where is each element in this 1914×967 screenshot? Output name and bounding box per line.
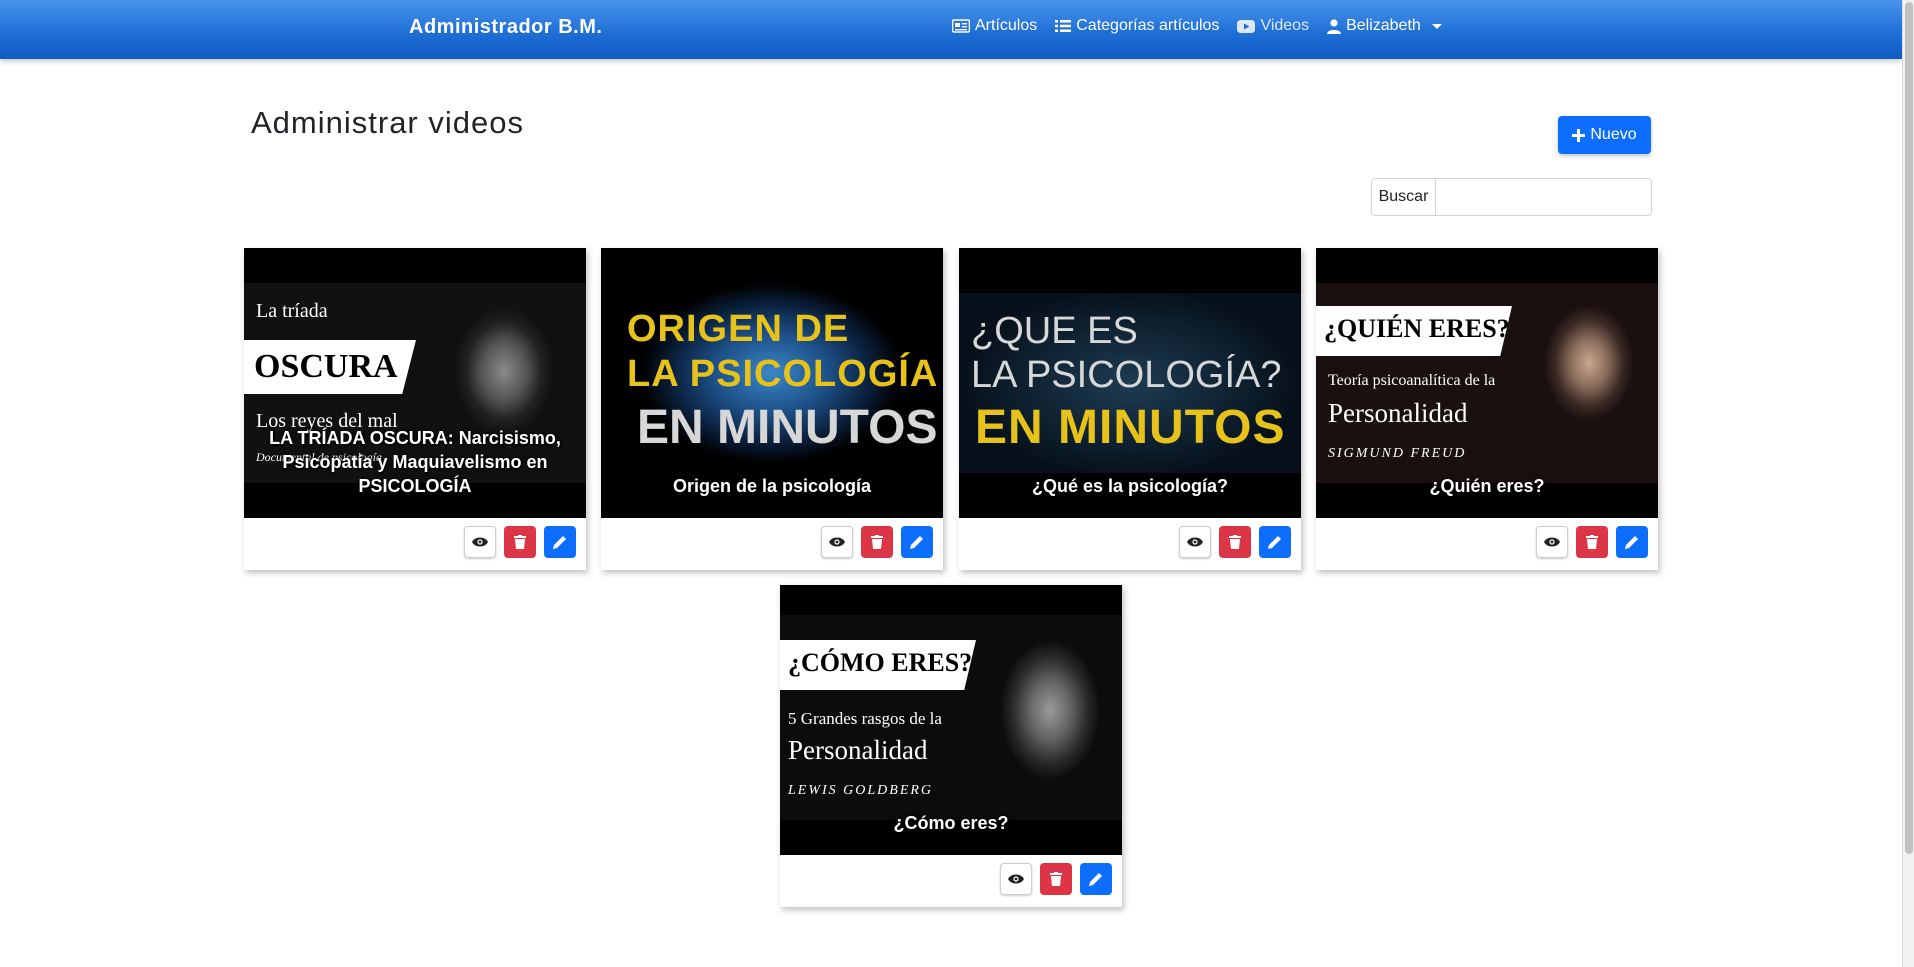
view-button[interactable] — [1000, 863, 1032, 895]
card-actions — [821, 526, 933, 558]
video-title: ¿Cómo eres? — [893, 813, 1009, 833]
edit-button[interactable] — [1080, 863, 1112, 895]
vertical-scrollbar[interactable] — [1902, 0, 1914, 967]
video-title: LA TRÍADA OSCURA: Narcisismo, Psicopatía… — [269, 428, 561, 496]
video-card: ¿QUIÉN ERES? Teoría psicoanalítica de la… — [1316, 248, 1658, 570]
search-label: Buscar — [1372, 179, 1436, 215]
delete-button[interactable] — [1576, 526, 1608, 558]
eye-icon — [472, 537, 488, 547]
delete-button[interactable] — [504, 526, 536, 558]
video-thumbnail[interactable]: ¿QUIÉN ERES? Teoría psicoanalítica de la… — [1316, 248, 1658, 518]
eye-icon — [829, 537, 845, 547]
trash-icon — [1586, 535, 1598, 549]
video-thumbnail[interactable]: La tríada OSCURA Los reyes del mal Docum… — [244, 248, 586, 518]
newspaper-icon — [952, 19, 970, 33]
user-icon — [1327, 18, 1342, 34]
nav-item-user-dropdown[interactable]: Belizabeth — [1327, 17, 1442, 35]
pencil-icon — [1268, 536, 1281, 549]
view-button[interactable] — [821, 526, 853, 558]
card-actions — [1536, 526, 1648, 558]
list-icon — [1055, 20, 1072, 32]
eye-icon — [1187, 537, 1203, 547]
card-actions — [464, 526, 576, 558]
video-title: ¿Qué es la psicología? — [1031, 476, 1229, 496]
view-button[interactable] — [1536, 526, 1568, 558]
search-input[interactable] — [1436, 179, 1651, 215]
video-thumbnail[interactable]: ¿CÓMO ERES? 5 Grandes rasgos de la Perso… — [780, 585, 1122, 855]
pencil-icon — [1625, 536, 1638, 549]
video-thumbnail[interactable]: ORIGEN DE LA PSICOLOGÍA EN MINUTOS Orige… — [601, 248, 943, 518]
video-title: Origen de la psicología — [672, 476, 872, 496]
nav-menu: Artículos Categorías artículos Videos Be… — [952, 17, 1442, 35]
card-actions — [1000, 863, 1112, 895]
view-button[interactable] — [464, 526, 496, 558]
portrait-image — [980, 615, 1122, 820]
video-card: ORIGEN DE LA PSICOLOGÍA EN MINUTOS Orige… — [601, 248, 943, 570]
edit-button[interactable] — [1616, 526, 1648, 558]
nav-item-articulos[interactable]: Artículos — [952, 17, 1037, 35]
nav-item-videos[interactable]: Videos — [1237, 17, 1309, 35]
edit-button[interactable] — [544, 526, 576, 558]
video-card: ¿CÓMO ERES? 5 Grandes rasgos de la Perso… — [780, 585, 1122, 907]
eye-icon — [1008, 874, 1024, 884]
pencil-icon — [1089, 873, 1102, 886]
delete-button[interactable] — [861, 526, 893, 558]
nav-item-label: Artículos — [975, 17, 1038, 34]
navbar: Administrador B.M. Artículos Categorías … — [0, 0, 1902, 59]
video-thumbnail[interactable]: ¿QUE ES LA PSICOLOGÍA? EN MINUTOS ¿Qué e… — [959, 248, 1301, 518]
trash-icon — [1050, 872, 1062, 886]
nav-item-label: Videos — [1260, 17, 1310, 34]
edit-button[interactable] — [901, 526, 933, 558]
plus-icon — [1572, 128, 1586, 142]
chevron-down-icon — [1431, 24, 1442, 29]
nav-item-label: Categorías artículos — [1076, 17, 1220, 34]
new-button-label: Nuevo — [1590, 126, 1637, 143]
eye-icon — [1544, 537, 1560, 547]
nav-item-label: Belizabeth — [1346, 17, 1421, 34]
youtube-icon — [1237, 19, 1256, 33]
edit-button[interactable] — [1259, 526, 1291, 558]
card-actions — [1179, 526, 1291, 558]
video-card: La tríada OSCURA Los reyes del mal Docum… — [244, 248, 586, 570]
page-title: Administrar videos — [251, 105, 524, 140]
trash-icon — [514, 535, 526, 549]
pencil-icon — [910, 536, 923, 549]
scrollbar-thumb[interactable] — [1905, 2, 1913, 854]
view-button[interactable] — [1179, 526, 1211, 558]
brand[interactable]: Administrador B.M. — [409, 16, 602, 39]
search-group: Buscar — [1371, 178, 1652, 216]
trash-icon — [1229, 535, 1241, 549]
nav-item-categorias[interactable]: Categorías artículos — [1055, 17, 1219, 35]
pencil-icon — [553, 536, 566, 549]
video-title: ¿Quién eres? — [1429, 476, 1545, 496]
new-video-button[interactable]: Nuevo — [1558, 116, 1651, 154]
delete-button[interactable] — [1040, 863, 1072, 895]
portrait-image — [1521, 283, 1658, 483]
video-card: ¿QUE ES LA PSICOLOGÍA? EN MINUTOS ¿Qué e… — [959, 248, 1301, 570]
trash-icon — [871, 535, 883, 549]
delete-button[interactable] — [1219, 526, 1251, 558]
